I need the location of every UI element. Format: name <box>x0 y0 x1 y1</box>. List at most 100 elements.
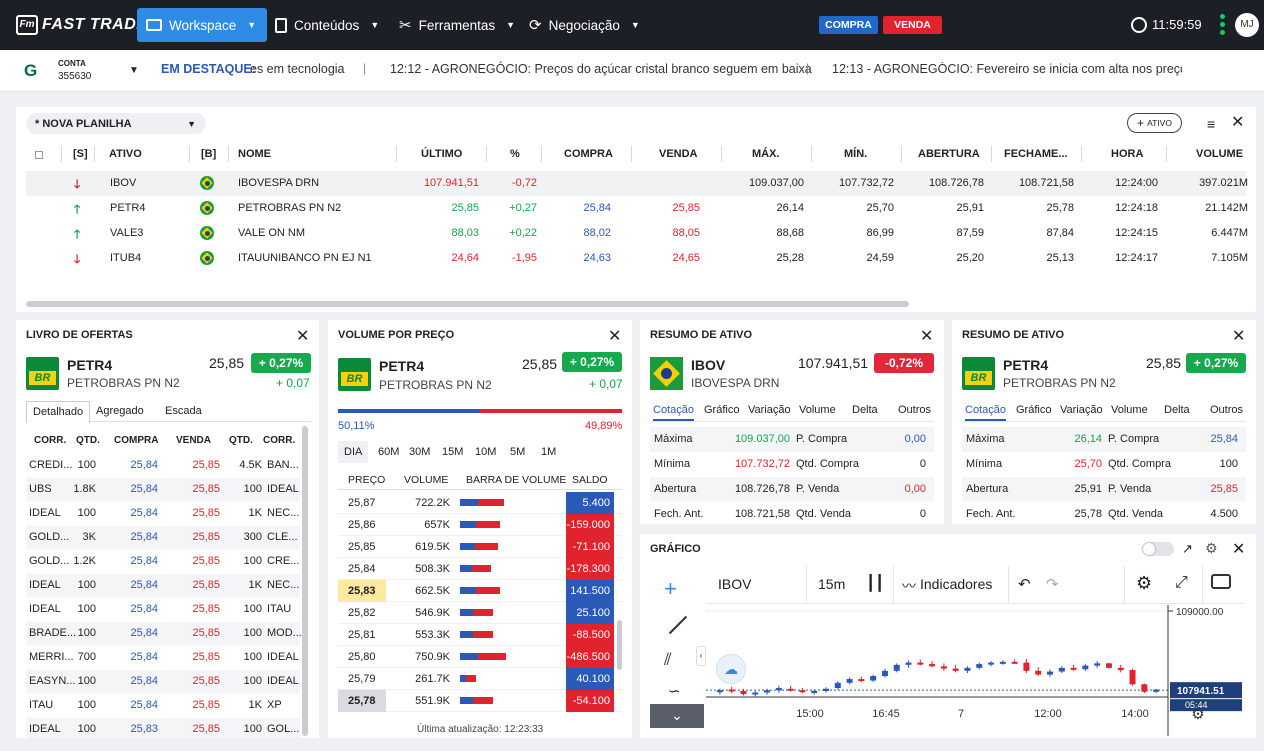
chart-symbol[interactable]: IBOV <box>718 576 751 592</box>
select-all-checkbox[interactable] <box>35 151 43 159</box>
period-tab[interactable]: 15M <box>436 441 469 463</box>
sell-button[interactable]: VENDA <box>883 16 942 34</box>
period-tab[interactable]: 1M <box>535 441 562 463</box>
account-dropdown-icon[interactable]: ▼ <box>129 65 139 76</box>
column-divider[interactable] <box>228 146 229 162</box>
tab-escada[interactable]: Escada <box>165 405 202 417</box>
trend-line-icon[interactable] <box>668 615 688 635</box>
column-header[interactable]: [S] <box>73 148 88 160</box>
news-item[interactable]: 12:12 - AGRONEGÓCIO: Preços do açúcar cr… <box>390 62 812 76</box>
news-item[interactable]: es em tecnologia <box>250 62 345 76</box>
nav-ferramentas[interactable]: ✂ Ferramentas ▼ <box>390 8 524 42</box>
tab-cotação[interactable]: Cotação <box>965 404 1006 421</box>
column-header[interactable]: VOLUME <box>1196 148 1243 160</box>
nav-conteudos[interactable]: Conteúdos ▼ <box>266 8 388 42</box>
redo-icon[interactable]: ↷ <box>1046 575 1059 593</box>
chart-settings-icon[interactable]: ⚙ <box>1136 573 1152 594</box>
table-row[interactable]: 25,86 657K -159.000 <box>338 514 622 536</box>
table-row[interactable]: 25,78 551.9K -54.100 <box>338 690 622 712</box>
column-header[interactable]: NOME <box>238 148 271 160</box>
column-header[interactable]: MÁX. <box>752 148 780 160</box>
nav-workspace[interactable]: Workspace ▼ <box>137 8 267 42</box>
vertical-scrollbar[interactable] <box>302 426 308 736</box>
column-header[interactable]: PREÇO <box>348 474 385 486</box>
asset-symbol[interactable]: IBOV <box>691 357 725 373</box>
column-header[interactable]: ATIVO <box>109 148 142 160</box>
tab-volume[interactable]: Volume <box>799 404 836 419</box>
close-icon[interactable]: ✕ <box>1232 329 1245 345</box>
tab-gráfico[interactable]: Gráfico <box>1016 404 1051 419</box>
column-divider[interactable] <box>721 146 722 162</box>
crosshair-icon[interactable]: + <box>664 576 677 602</box>
period-tab[interactable]: 10M <box>469 441 502 463</box>
avatar[interactable]: MJ <box>1235 13 1259 37</box>
column-divider[interactable] <box>811 146 812 162</box>
tab-detalhado[interactable]: Detalhado <box>26 401 91 423</box>
table-row[interactable]: IDEAL 100 25,84 25,85 1K NEC... <box>26 574 300 598</box>
buy-button[interactable]: COMPRA <box>819 16 878 34</box>
table-row[interactable]: 25,80 750.9K -486.500 <box>338 646 622 668</box>
table-row[interactable]: 25,83 662.5K 141.500 <box>338 580 622 602</box>
column-divider[interactable] <box>61 146 62 162</box>
table-row[interactable]: 25,79 261.7K 40.100 <box>338 668 622 690</box>
popout-icon[interactable]: ↗ <box>1182 541 1193 557</box>
column-header[interactable]: VENDA <box>176 435 211 446</box>
news-item[interactable]: 12:13 - AGRONEGÓCIO: Fevereiro se inicia… <box>832 62 1182 76</box>
table-row[interactable]: 🡓 ITUB4 ITAUUNIBANCO PN EJ N1 24,64 -1,95 24,… <box>26 246 1248 271</box>
period-tab[interactable]: 5M <box>504 441 531 463</box>
column-header[interactable]: SALDO <box>572 474 608 486</box>
asset-symbol[interactable]: PETR4 <box>379 358 424 374</box>
table-row[interactable]: 25,85 619.5K -71.100 <box>338 536 622 558</box>
column-divider[interactable] <box>631 146 632 162</box>
table-row[interactable]: UBS 1.8K 25,84 25,85 100 IDEAL <box>26 478 300 502</box>
period-tab[interactable]: 60M <box>372 441 405 463</box>
app-logo[interactable]: Fт FAST TRADE <box>16 14 147 36</box>
asset-symbol[interactable]: PETR4 <box>67 357 112 373</box>
close-icon[interactable]: ✕ <box>608 329 621 345</box>
sheet-selector[interactable]: * NOVA PLANILHA ▼ <box>26 113 206 134</box>
broker-logo-icon[interactable]: G <box>24 61 37 81</box>
column-divider[interactable] <box>1166 146 1167 162</box>
column-divider[interactable] <box>94 146 95 162</box>
column-divider[interactable] <box>901 146 902 162</box>
column-header[interactable]: COMPRA <box>114 435 158 446</box>
asset-symbol[interactable]: PETR4 <box>1003 357 1048 373</box>
table-row[interactable]: 25,82 546.9K 25.100 <box>338 602 622 624</box>
column-header[interactable]: [B] <box>201 148 216 160</box>
column-divider[interactable] <box>189 146 190 162</box>
period-tab[interactable]: DIA <box>338 441 369 463</box>
table-row[interactable]: 25,81 553.3K -88.500 <box>338 624 622 646</box>
column-header[interactable]: QTD. <box>76 435 100 446</box>
table-row[interactable]: IDEAL 100 25,83 25,85 100 GOL... <box>26 718 300 738</box>
tab-gráfico[interactable]: Gráfico <box>704 404 739 419</box>
close-icon[interactable]: ✕ <box>1232 542 1245 558</box>
table-row[interactable]: IDEAL 100 25,84 25,85 100 ITAU <box>26 598 300 622</box>
tab-outros[interactable]: Outros <box>1210 404 1243 419</box>
column-header[interactable]: CORR. <box>263 435 295 446</box>
tab-delta[interactable]: Delta <box>852 404 878 419</box>
close-icon[interactable]: ✕ <box>920 329 933 345</box>
column-divider[interactable] <box>1081 146 1082 162</box>
brush-icon[interactable]: ∽ <box>668 682 681 700</box>
nav-negociacao[interactable]: ⟳ Negociação ▼ <box>520 8 649 42</box>
column-divider[interactable] <box>541 146 542 162</box>
column-header[interactable]: CORR. <box>34 435 66 446</box>
settings-icon[interactable]: ⚙ <box>1205 540 1218 557</box>
chart-collapse-handle[interactable]: ‹ <box>696 646 706 666</box>
column-header[interactable]: ÚLTIMO <box>421 148 462 160</box>
column-divider[interactable] <box>486 146 487 162</box>
horizontal-scrollbar[interactable] <box>26 301 909 307</box>
table-row[interactable]: GOLD... 3K 25,84 25,85 300 CLE... <box>26 526 300 550</box>
toggle-switch[interactable] <box>1142 542 1174 556</box>
close-icon[interactable]: ✕ <box>1231 115 1244 131</box>
column-header[interactable]: ABERTURA <box>918 148 980 160</box>
tab-outros[interactable]: Outros <box>898 404 931 419</box>
tab-agregado[interactable]: Agregado <box>96 405 144 417</box>
camera-icon[interactable] <box>1211 574 1231 589</box>
period-tab[interactable]: 30M <box>403 441 436 463</box>
column-divider[interactable] <box>991 146 992 162</box>
table-row[interactable]: 25,87 722.2K 5.400 <box>338 492 622 514</box>
column-divider[interactable] <box>396 146 397 162</box>
table-row[interactable]: ITAU 100 25,84 25,85 1K XP <box>26 694 300 718</box>
column-header[interactable]: % <box>510 148 520 160</box>
